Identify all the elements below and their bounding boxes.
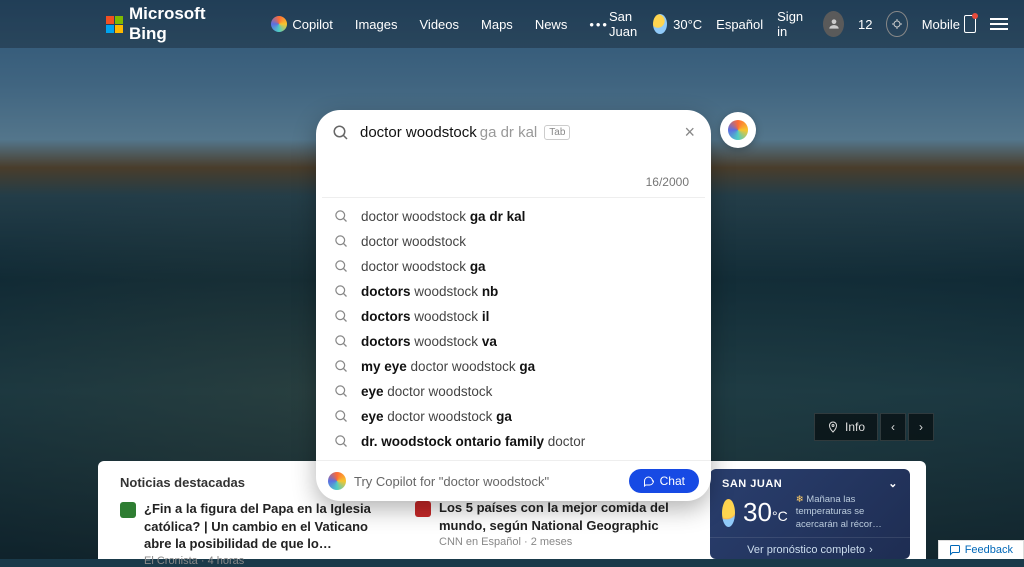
microsoft-logo-icon [106,16,123,33]
weather-condition-icon [722,499,735,527]
news-item[interactable]: ¿Fin a la figura del Papa en la Iglesia … [120,500,395,567]
mobile-icon [964,15,976,33]
copilot-prompt-text[interactable]: Try Copilot for "doctor woodstock" [354,474,621,489]
hamburger-menu[interactable] [990,18,1008,30]
chat-icon [643,475,655,487]
search-suggestion[interactable]: doctors woodstock va [316,329,711,354]
search-suggestion[interactable]: doctor woodstock [316,229,711,254]
search-panel: doctor woodstock ga dr kal Tab × 16/2000… [316,110,711,501]
nav-copilot[interactable]: Copilot [271,16,332,32]
search-suggestion[interactable]: doctor woodstock ga [316,254,711,279]
char-counter: 16/2000 [316,147,711,197]
rewards-points: 12 [858,17,872,32]
header: Microsoft Bing Copilot Images Videos Map… [0,0,1024,48]
nav-images[interactable]: Images [355,17,398,32]
search-icon [334,409,349,424]
news-title: ¿Fin a la figura del Papa en la Iglesia … [144,500,395,553]
search-icon [334,309,349,324]
header-weather[interactable]: San Juan 30°C [609,9,702,39]
info-button[interactable]: Info [814,413,878,441]
next-image-button[interactable]: › [908,413,934,441]
search-suggestion[interactable]: doctor woodstock ga dr kal [316,204,711,229]
mobile-link[interactable]: Mobile [922,15,976,33]
image-info-bar: Info ‹ › [814,413,934,441]
header-right: San Juan 30°C Español Sign in 12 Mobile [609,9,1008,39]
copilot-icon [271,16,287,32]
search-suggestion[interactable]: eye doctor woodstock ga [316,404,711,429]
copilot-icon [328,472,346,490]
signin-link[interactable]: Sign in [777,9,809,39]
search-icon [334,234,349,249]
tab-hint: Tab [544,125,570,140]
logo[interactable]: Microsoft Bing [106,4,211,44]
weather-temp: 30°C [743,497,788,528]
search-suggestion[interactable]: doctors woodstock il [316,304,711,329]
news-source-icon [415,501,431,517]
weather-full-forecast-link[interactable]: Ver pronóstico completo › [710,537,910,560]
search-icon [334,284,349,299]
clear-search-button[interactable]: × [684,122,695,143]
rewards-icon[interactable] [886,11,907,37]
avatar-icon[interactable] [823,11,844,37]
chevron-right-icon: › [869,544,873,556]
brand-text: Microsoft Bing [129,4,211,44]
search-input-row[interactable]: doctor woodstock ga dr kal Tab × [316,110,711,147]
news-source-icon [120,502,136,518]
search-icon [334,259,349,274]
search-input[interactable]: doctor woodstock ga dr kal Tab [360,124,674,141]
weather-icon [653,14,667,34]
location-pin-icon [827,421,839,433]
nav-news[interactable]: News [535,17,568,32]
search-suggestion[interactable]: eye doctor woodstock [316,379,711,404]
search-ghost-completion: ga dr kal [480,124,538,141]
weather-forecast-text: ❄ Mañana las temperaturas se acercarán a… [796,494,898,531]
chat-button[interactable]: Chat [629,469,699,493]
search-icon [334,334,349,349]
search-icon [334,384,349,399]
nav-maps[interactable]: Maps [481,17,513,32]
nav-more[interactable]: ••• [589,17,609,32]
copilot-suggestion-row: Try Copilot for "doctor woodstock" Chat [316,460,711,501]
search-icon [334,434,349,449]
weather-card[interactable]: SAN JUAN ⌄ 30°C ❄ Mañana las temperatura… [710,469,910,559]
search-suggestion[interactable]: doctors woodstock nb [316,279,711,304]
search-suggestion[interactable]: my eye doctor woodstock ga [316,354,711,379]
feedback-button[interactable]: Feedback [938,540,1024,559]
prev-image-button[interactable]: ‹ [880,413,906,441]
feedback-icon [949,544,961,556]
search-suggestions: doctor woodstock ga dr kaldoctor woodsto… [316,198,711,460]
news-meta: El Cronista · 4 horas [144,555,395,567]
nav: Copilot Images Videos Maps News ••• [271,16,609,32]
news-title: Los 5 países con la mejor comida del mun… [439,499,690,534]
search-icon [334,359,349,374]
weather-location: SAN JUAN ⌄ [722,477,898,490]
news-meta: CNN en Español · 2 meses [439,536,690,548]
search-icon [332,124,350,142]
copilot-icon [728,120,748,140]
search-icon [334,209,349,224]
copilot-fab[interactable] [720,112,756,148]
chevron-down-icon[interactable]: ⌄ [888,477,898,490]
news-item[interactable]: Los 5 países con la mejor comida del mun… [415,499,690,548]
search-suggestion[interactable]: dr. woodstock ontario family doctor [316,429,711,454]
nav-videos[interactable]: Videos [420,17,460,32]
language-toggle[interactable]: Español [716,17,763,32]
